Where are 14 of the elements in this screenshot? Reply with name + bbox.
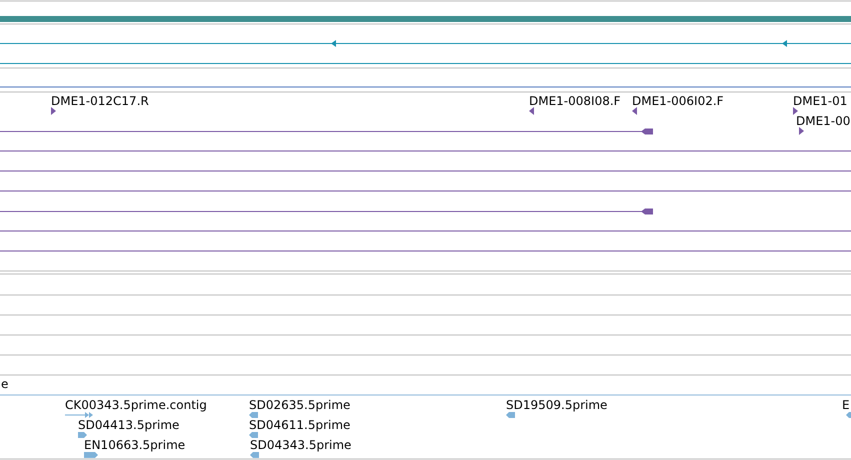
- feature-label: SD04611.5prime: [249, 418, 350, 432]
- feature-label: DME1-006I02.F: [632, 94, 724, 108]
- feature-label: E: [842, 398, 850, 412]
- feature-label: SD19509.5prime: [506, 398, 608, 412]
- feature-label: EN10663.5prime: [84, 438, 186, 452]
- feature-label: SD02635.5prime: [249, 398, 350, 412]
- feature-label: DME1-01: [793, 94, 848, 108]
- feature-label: e: [1, 377, 8, 391]
- feature-label: CK00343.5prime.contig: [65, 398, 207, 412]
- feature-label: SD04343.5prime: [250, 438, 352, 452]
- feature-label: SD04413.5prime: [78, 418, 180, 432]
- feature-label: DME1-008I08.F: [529, 94, 621, 108]
- feature-label: DME1-00: [796, 114, 850, 128]
- feature-label: DME1-012C17.R: [51, 94, 149, 108]
